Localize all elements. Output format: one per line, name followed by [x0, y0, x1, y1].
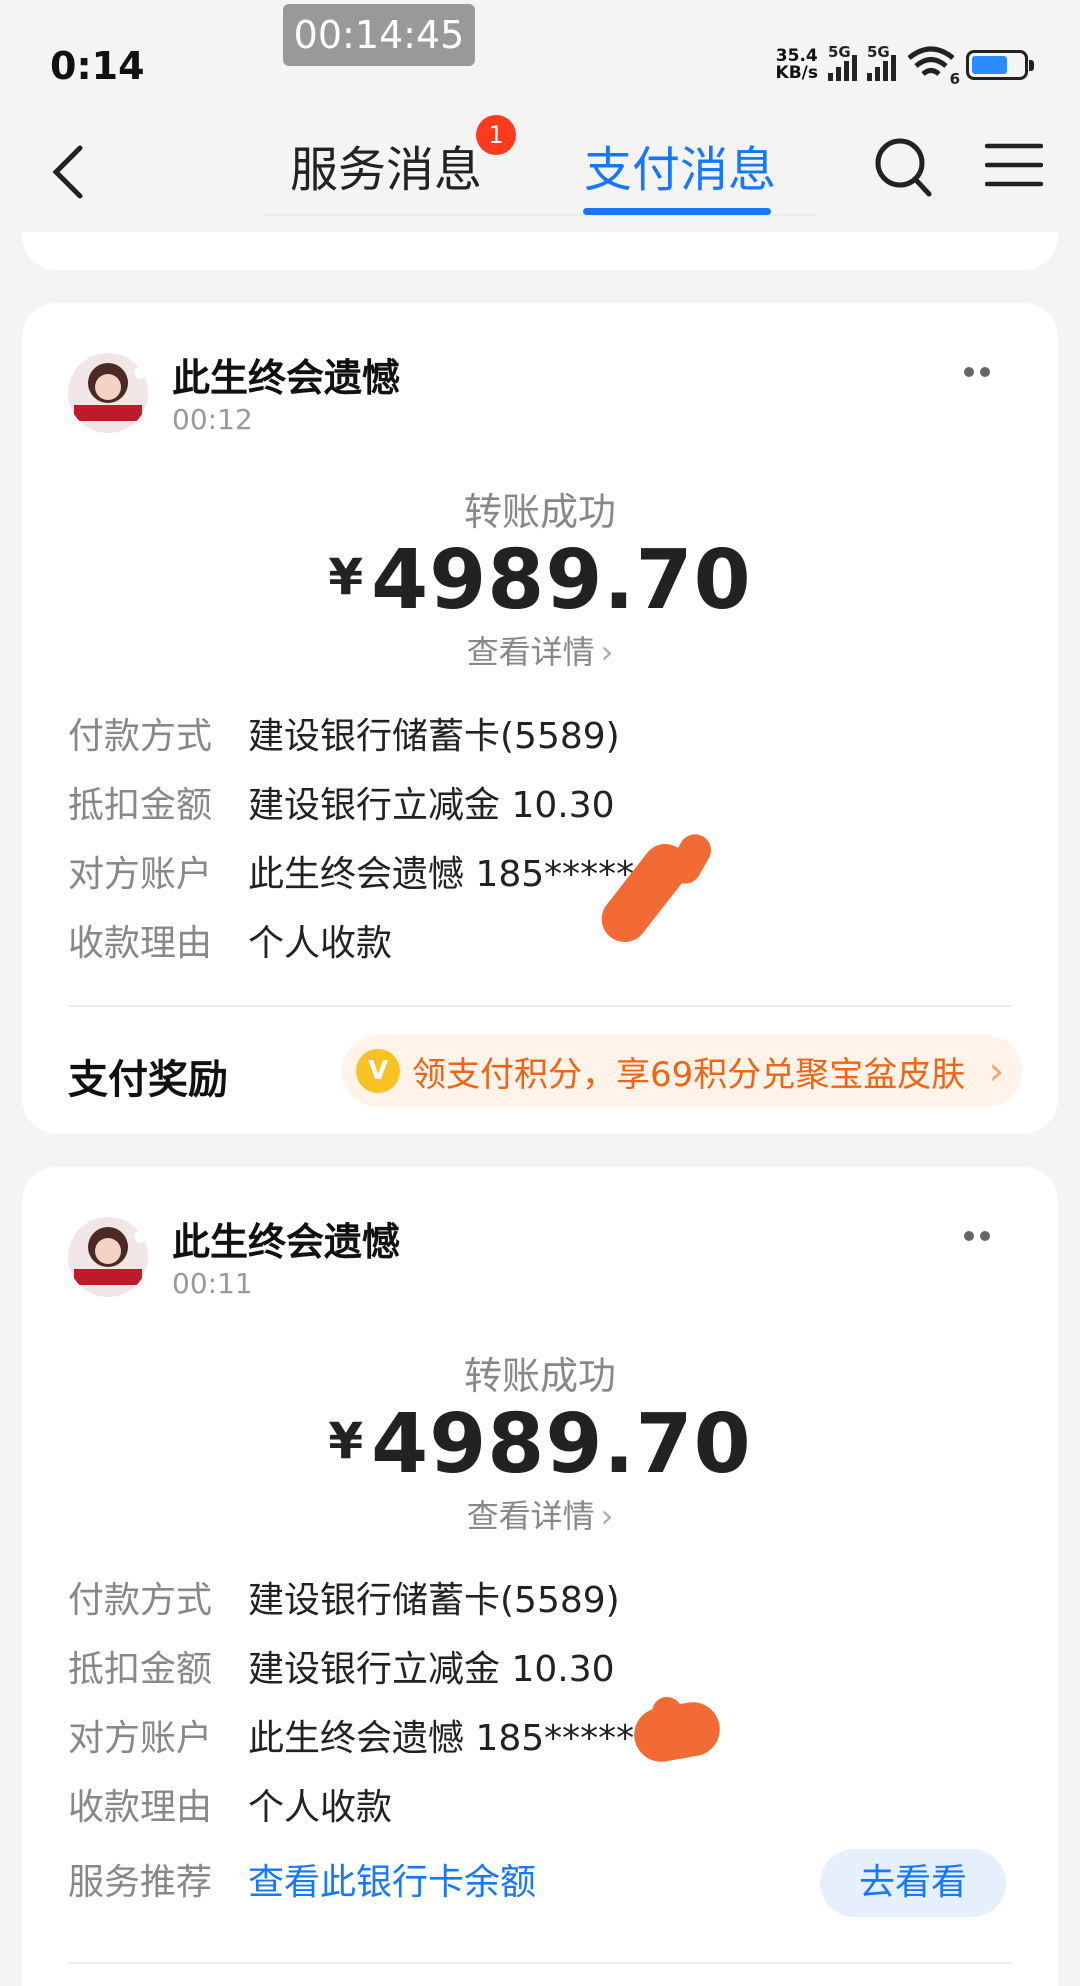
sender-name: 此生终会遗憾 — [172, 1220, 401, 1264]
message-time: 00:12 — [172, 403, 253, 436]
reason-label: 收款理由 — [68, 1787, 213, 1828]
sim1-network-type: 5G — [828, 43, 851, 61]
view-details-link[interactable]: 查看详情 › — [22, 627, 1058, 673]
counterparty-label: 对方账户 — [68, 1718, 213, 1759]
reward-promo-button[interactable]: V 领支付积分，享69积分兑聚宝盆皮肤 › — [342, 1035, 1022, 1107]
chevron-right-icon: › — [988, 1049, 1004, 1093]
amount: 4989.70 — [371, 533, 752, 628]
currency-symbol: ¥ — [328, 1412, 364, 1470]
amount-row: ¥4989.70 — [22, 1397, 1058, 1492]
wifi-icon: 6 — [906, 46, 960, 88]
counterparty-value: 此生终会遗憾 185****** — [248, 1718, 653, 1759]
sim2-network-type: 5G — [867, 43, 890, 61]
deduction-value: 建设银行立减金 10.30 — [248, 1649, 615, 1690]
more-options-icon[interactable] — [964, 367, 990, 377]
deduction-label: 抵扣金额 — [68, 1649, 213, 1690]
deduction-value: 建设银行立减金 10.30 — [248, 785, 615, 826]
transfer-status: 转账成功 — [463, 490, 616, 534]
card-divider — [68, 1005, 1012, 1007]
view-details-link[interactable]: 查看详情 › — [22, 1491, 1058, 1537]
search-icon[interactable] — [873, 136, 933, 198]
chevron-right-icon: › — [600, 1497, 614, 1535]
payment-method-value: 建设银行储蓄卡(5589) — [248, 1580, 620, 1621]
reason-value: 个人收款 — [248, 1787, 393, 1828]
service-label: 服务推荐 — [68, 1862, 213, 1903]
deduction-label: 抵扣金额 — [68, 785, 213, 826]
status-bar: 0:14 00:14:45 35.4 KB/s 5G 5G 6 — [0, 0, 1080, 110]
battery-icon — [966, 50, 1034, 80]
card-divider — [68, 1962, 1012, 1964]
amount-row: ¥4989.70 — [22, 533, 1058, 628]
coin-icon: V — [356, 1049, 400, 1093]
redaction-mark — [652, 1697, 682, 1737]
more-options-icon[interactable] — [964, 1231, 990, 1241]
cell-signal-icon-2: 5G — [867, 43, 896, 81]
wifi-standard: 6 — [949, 70, 960, 88]
payment-message-card[interactable]: 此生终会遗憾 00:12 转账成功 ¥4989.70 查看详情 › 付款方式 建设… — [22, 303, 1058, 1133]
active-tab-indicator — [583, 208, 771, 215]
chevron-right-icon: › — [600, 633, 614, 671]
menu-icon[interactable] — [984, 142, 1044, 188]
check-balance-link[interactable]: 查看此银行卡余额 — [248, 1853, 536, 1905]
recording-timer: 00:14:45 — [283, 4, 475, 66]
reason-label: 收款理由 — [68, 923, 213, 964]
reward-label: 支付奖励 — [68, 1057, 228, 1103]
reason-value: 个人收款 — [248, 923, 393, 964]
counterparty-label: 对方账户 — [68, 854, 213, 895]
avatar — [68, 1217, 148, 1297]
amount: 4989.70 — [371, 1397, 752, 1492]
tab-service-messages[interactable]: 服务消息 — [290, 130, 482, 200]
view-details-label: 查看详情 — [466, 633, 595, 671]
unread-badge: 1 — [476, 115, 516, 155]
transfer-status: 转账成功 — [463, 1354, 616, 1398]
payment-method-value: 建设银行储蓄卡(5589) — [248, 716, 620, 757]
previous-card-bottom — [22, 232, 1058, 270]
avatar — [68, 353, 148, 433]
network-speed-unit: KB/s — [775, 63, 818, 83]
status-icons: 35.4 KB/s 5G 5G 6 — [776, 43, 1034, 88]
view-details-label: 查看详情 — [466, 1497, 595, 1535]
nav-bar: 服务消息 1 支付消息 — [0, 110, 1080, 220]
payment-method-label: 付款方式 — [68, 716, 213, 757]
message-time: 00:11 — [172, 1267, 253, 1300]
status-time: 0:14 — [50, 44, 145, 88]
network-speed: 35.4 KB/s — [776, 48, 818, 82]
cell-signal-icon: 5G — [828, 43, 857, 81]
tab-payment-messages[interactable]: 支付消息 — [584, 130, 776, 200]
payment-method-label: 付款方式 — [68, 1580, 213, 1621]
reward-promo-text: 领支付积分，享69积分兑聚宝盆皮肤 — [412, 1054, 966, 1095]
sender-name: 此生终会遗憾 — [172, 356, 401, 400]
currency-symbol: ¥ — [328, 548, 364, 606]
back-icon[interactable] — [48, 142, 88, 202]
counterparty-value: 此生终会遗憾 185***** — [248, 854, 635, 895]
go-check-button[interactable]: 去看看 — [820, 1849, 1006, 1917]
payment-message-card[interactable]: 此生终会遗憾 00:11 转账成功 ¥4989.70 查看详情 › 付款方式 建设… — [22, 1167, 1058, 1986]
